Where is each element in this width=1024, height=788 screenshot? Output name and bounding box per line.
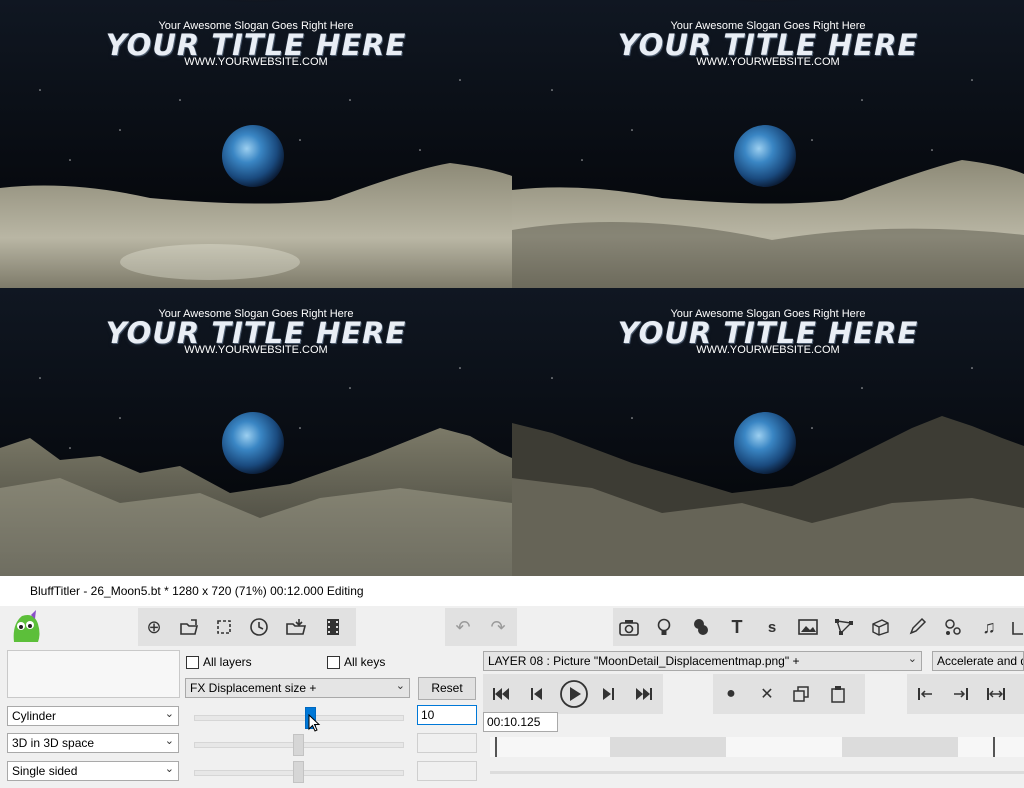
chevron-down-icon: ⌄ (395, 680, 405, 692)
clock-icon[interactable] (246, 614, 272, 640)
delete-key-icon[interactable]: ✕ (754, 682, 780, 706)
sided-select-value: Single sided (12, 764, 78, 778)
film-icon[interactable] (320, 614, 346, 640)
chevron-down-icon: ⌄ (164, 763, 174, 775)
preview-pane-bottom-left[interactable]: Your Awesome Slogan Goes Right Here YOUR… (0, 288, 512, 576)
text-icon[interactable]: T (724, 614, 750, 640)
set-out-point-icon[interactable] (948, 682, 974, 706)
pencil-icon[interactable] (904, 614, 930, 640)
all-layers-label: All layers (203, 655, 252, 669)
more-icon[interactable] (1011, 614, 1024, 640)
nodes-icon[interactable] (831, 614, 857, 640)
light-bulb-icon[interactable] (651, 614, 677, 640)
website-text: WWW.YOURWEBSITE.COM (696, 344, 840, 356)
playback-bar (483, 674, 663, 714)
sided-select[interactable]: Single sided ⌄ (7, 761, 179, 781)
undo-toolbar: ↶ ↷ (445, 608, 517, 646)
next-frame-icon[interactable] (595, 682, 621, 706)
window-title: BluffTitler - 26_Moon5.bt * 1280 x 720 (… (30, 584, 364, 598)
layer-select[interactable]: LAYER 08 : Picture "MoonDetail_Displacem… (483, 651, 922, 671)
layer-type-toolbar: T s ♫ (613, 608, 1024, 646)
slider-thumb-3[interactable] (293, 761, 304, 783)
reset-button[interactable]: Reset (418, 677, 476, 700)
chevron-down-icon: ⌄ (907, 653, 917, 665)
timeline-segment (842, 737, 958, 757)
space-select-value: 3D in 3D space (12, 736, 95, 750)
website-text: WWW.YOURWEBSITE.COM (696, 56, 840, 68)
paste-icon[interactable] (825, 682, 851, 706)
crop-icon[interactable] (211, 614, 237, 640)
slider-thumb-2[interactable] (293, 734, 304, 756)
import-folder-icon[interactable] (283, 614, 309, 640)
value-input[interactable]: 10 (417, 705, 477, 725)
slider-track-main[interactable] (194, 715, 404, 721)
marker-toolbar (907, 674, 1024, 714)
skip-to-start-icon[interactable] (488, 682, 514, 706)
checkbox-box[interactable] (327, 655, 340, 669)
skip-to-end-icon[interactable] (631, 682, 657, 706)
s-icon[interactable]: s (759, 614, 785, 640)
blob-icon[interactable] (688, 614, 714, 640)
chevron-down-icon: ⌄ (164, 708, 174, 720)
property-select[interactable]: FX Displacement size + ⌄ (185, 678, 410, 698)
easing-select[interactable]: Accelerate and de (932, 651, 1024, 671)
redo-icon[interactable]: ↷ (485, 614, 511, 640)
previous-frame-icon[interactable] (524, 682, 550, 706)
play-button[interactable] (558, 678, 590, 710)
space-select[interactable]: 3D in 3D space ⌄ (7, 733, 179, 753)
chevron-down-icon: ⌄ (164, 735, 174, 747)
preview-pane-top-left[interactable]: Your Awesome Slogan Goes Right Here YOUR… (0, 0, 512, 288)
preview-pane-top-right[interactable]: Your Awesome Slogan Goes Right Here YOUR… (512, 0, 1024, 288)
checkbox-box[interactable] (186, 655, 199, 669)
record-key-icon[interactable]: ● (718, 682, 744, 706)
key-toolbar: ● ✕ (713, 674, 865, 714)
undo-icon[interactable]: ↶ (450, 614, 476, 640)
preview-area[interactable]: Your Awesome Slogan Goes Right Here YOUR… (0, 0, 1024, 576)
all-keys-checkbox[interactable]: All keys (327, 655, 385, 669)
all-layers-checkbox[interactable]: All layers (186, 655, 252, 669)
timeline-scrollbar[interactable] (490, 771, 1024, 774)
timeline-track[interactable] (490, 737, 1024, 757)
value-input-2[interactable] (417, 733, 477, 753)
timeline-key-marker[interactable] (495, 737, 497, 757)
picture-icon[interactable] (795, 614, 821, 640)
open-folder-icon[interactable] (176, 614, 202, 640)
timeline-segment (610, 737, 726, 757)
file-toolbar: ⊕ (138, 608, 356, 646)
value-input-3[interactable] (417, 761, 477, 781)
shape-select-value: Cylinder (12, 709, 57, 723)
property-select-value: FX Displacement size + (190, 681, 317, 695)
particles-icon[interactable] (940, 614, 966, 640)
music-note-icon[interactable]: ♫ (976, 614, 1002, 640)
layer-thumbnail-box (7, 650, 180, 698)
window-title-bar[interactable]: BluffTitler - 26_Moon5.bt * 1280 x 720 (… (0, 576, 1024, 606)
all-keys-label: All keys (344, 655, 386, 669)
copy-icon[interactable] (788, 682, 814, 706)
app-logo (8, 610, 42, 644)
time-input[interactable]: 00:10.125 (483, 712, 558, 732)
easing-select-value: Accelerate and de (937, 654, 1023, 668)
camera-icon[interactable] (616, 614, 642, 640)
add-icon[interactable]: ⊕ (141, 614, 167, 640)
preview-pane-bottom-right[interactable]: Your Awesome Slogan Goes Right Here YOUR… (512, 288, 1024, 576)
layer-select-value: LAYER 08 : Picture "MoonDetail_Displacem… (488, 654, 800, 668)
website-text: WWW.YOURWEBSITE.COM (184, 344, 328, 356)
set-in-point-icon[interactable] (912, 682, 938, 706)
fit-range-icon[interactable] (983, 682, 1009, 706)
cube-icon[interactable] (867, 614, 893, 640)
shape-select[interactable]: Cylinder ⌄ (7, 706, 179, 726)
website-text: WWW.YOURWEBSITE.COM (184, 56, 328, 68)
timeline-playhead[interactable] (993, 737, 995, 757)
mouse-cursor-icon (308, 714, 321, 732)
